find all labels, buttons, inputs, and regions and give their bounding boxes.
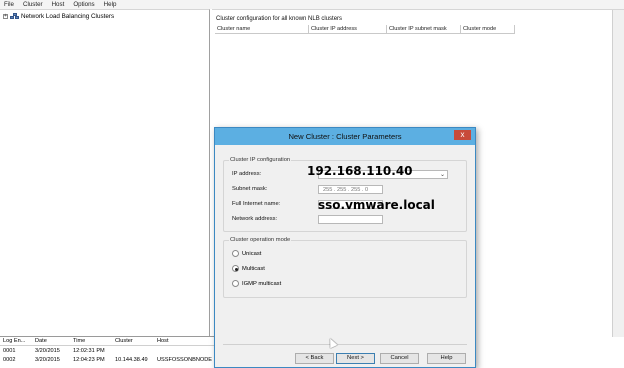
network-address-field[interactable] <box>318 215 383 224</box>
tree-root-label: Network Load Balancing Clusters <box>21 13 115 20</box>
subnet-mask-field[interactable]: 255 . 255 . 255 . 0 <box>318 185 383 194</box>
log-header-time[interactable]: Time <box>70 338 112 344</box>
menu-cluster[interactable]: Cluster <box>23 1 43 8</box>
column-header-cluster-name[interactable]: Cluster name <box>215 25 309 34</box>
menu-bar: File Cluster Host Options Help <box>0 0 624 9</box>
network-address-label: Network address: <box>232 216 278 222</box>
column-header-cluster-mode[interactable]: Cluster mode <box>461 25 515 34</box>
log-cell-cluster: 10.144.38.49 <box>115 356 148 363</box>
radio-multicast[interactable]: Multicast <box>232 265 265 272</box>
column-header-cluster-ip[interactable]: Cluster IP address <box>309 25 387 34</box>
dialog-separator <box>223 344 467 345</box>
log-header-entry[interactable]: Log En... <box>0 338 32 344</box>
menu-file[interactable]: File <box>4 1 14 8</box>
radio-igmp-multicast-button[interactable] <box>232 280 239 287</box>
radio-igmp-multicast[interactable]: IGMP multicast <box>232 280 281 287</box>
cluster-list-header: Cluster configuration for all known NLB … <box>216 16 343 22</box>
radio-igmp-multicast-label: IGMP multicast <box>242 280 282 287</box>
log-row[interactable]: 0001 3/20/2015 12:02:31 PM <box>0 346 214 355</box>
radio-multicast-button[interactable] <box>232 265 239 272</box>
back-button[interactable]: < Back <box>295 353 334 364</box>
log-cell-host: USSFOSSONBNODE <box>157 356 213 363</box>
menu-help[interactable]: Help <box>104 1 117 8</box>
tree-root-node[interactable]: + Network Load Balancing Clusters <box>3 13 114 20</box>
menu-options[interactable]: Options <box>73 1 94 8</box>
full-internet-name-label: Full Internet name: <box>232 201 281 207</box>
cluster-icon <box>10 13 19 20</box>
next-button[interactable]: Next > <box>336 353 375 364</box>
radio-multicast-label: Multicast <box>242 265 265 272</box>
log-cell-date: 3/20/2015 <box>35 356 60 363</box>
menu-host[interactable]: Host <box>52 1 65 8</box>
operation-mode-legend: Cluster operation mode <box>229 237 292 243</box>
subnet-mask-label: Subnet mask: <box>232 186 268 192</box>
dialog-title: New Cluster : Cluster Parameters <box>288 132 402 141</box>
close-icon[interactable]: x <box>454 130 471 140</box>
log-header-host[interactable]: Host <box>154 338 214 344</box>
log-header-cluster[interactable]: Cluster <box>112 338 154 344</box>
log-cell-date: 3/20/2015 <box>35 347 60 354</box>
dialog-title-bar[interactable]: New Cluster : Cluster Parameters x <box>215 128 475 145</box>
ip-configuration-legend: Cluster IP configuration <box>229 157 292 163</box>
cluster-tree-pane: + Network Load Balancing Clusters <box>0 9 210 336</box>
log-cell-entry: 0001 <box>3 347 16 354</box>
help-button[interactable]: Help <box>427 353 466 364</box>
radio-unicast[interactable]: Unicast <box>232 250 261 257</box>
log-cell-time: 12:04:23 PM <box>73 356 105 363</box>
radio-unicast-button[interactable] <box>232 250 239 257</box>
log-cell-entry: 0002 <box>3 356 16 363</box>
ip-address-value: 192.168.110.40 <box>307 164 413 178</box>
ip-address-label: IP address: <box>232 171 262 177</box>
operation-mode-group: Cluster operation mode Unicast Multicast… <box>223 237 467 298</box>
radio-unicast-label: Unicast <box>242 250 262 257</box>
new-cluster-dialog: New Cluster : Cluster Parameters x Clust… <box>214 127 476 368</box>
column-header-subnet-mask[interactable]: Cluster IP subnet mask <box>387 25 461 34</box>
log-pane: Log En... Date Time Cluster Host 0001 3/… <box>0 336 214 368</box>
tree-expander-icon[interactable]: + <box>3 14 8 19</box>
log-header-date[interactable]: Date <box>32 338 70 344</box>
log-cell-time: 12:02:31 PM <box>73 347 105 354</box>
chevron-down-icon[interactable]: ⌄ <box>439 172 446 178</box>
cancel-button[interactable]: Cancel <box>380 353 419 364</box>
log-column-headers: Log En... Date Time Cluster Host <box>0 337 214 346</box>
log-row[interactable]: 0002 3/20/2015 12:04:23 PM 10.144.38.49 … <box>0 355 214 364</box>
cluster-column-headers: Cluster name Cluster IP address Cluster … <box>215 25 515 34</box>
full-internet-name-value: sso.vmware.local <box>318 198 435 212</box>
vertical-scrollbar[interactable] <box>612 10 624 337</box>
ip-configuration-group: Cluster IP configuration IP address: ⌄ 1… <box>223 157 467 232</box>
